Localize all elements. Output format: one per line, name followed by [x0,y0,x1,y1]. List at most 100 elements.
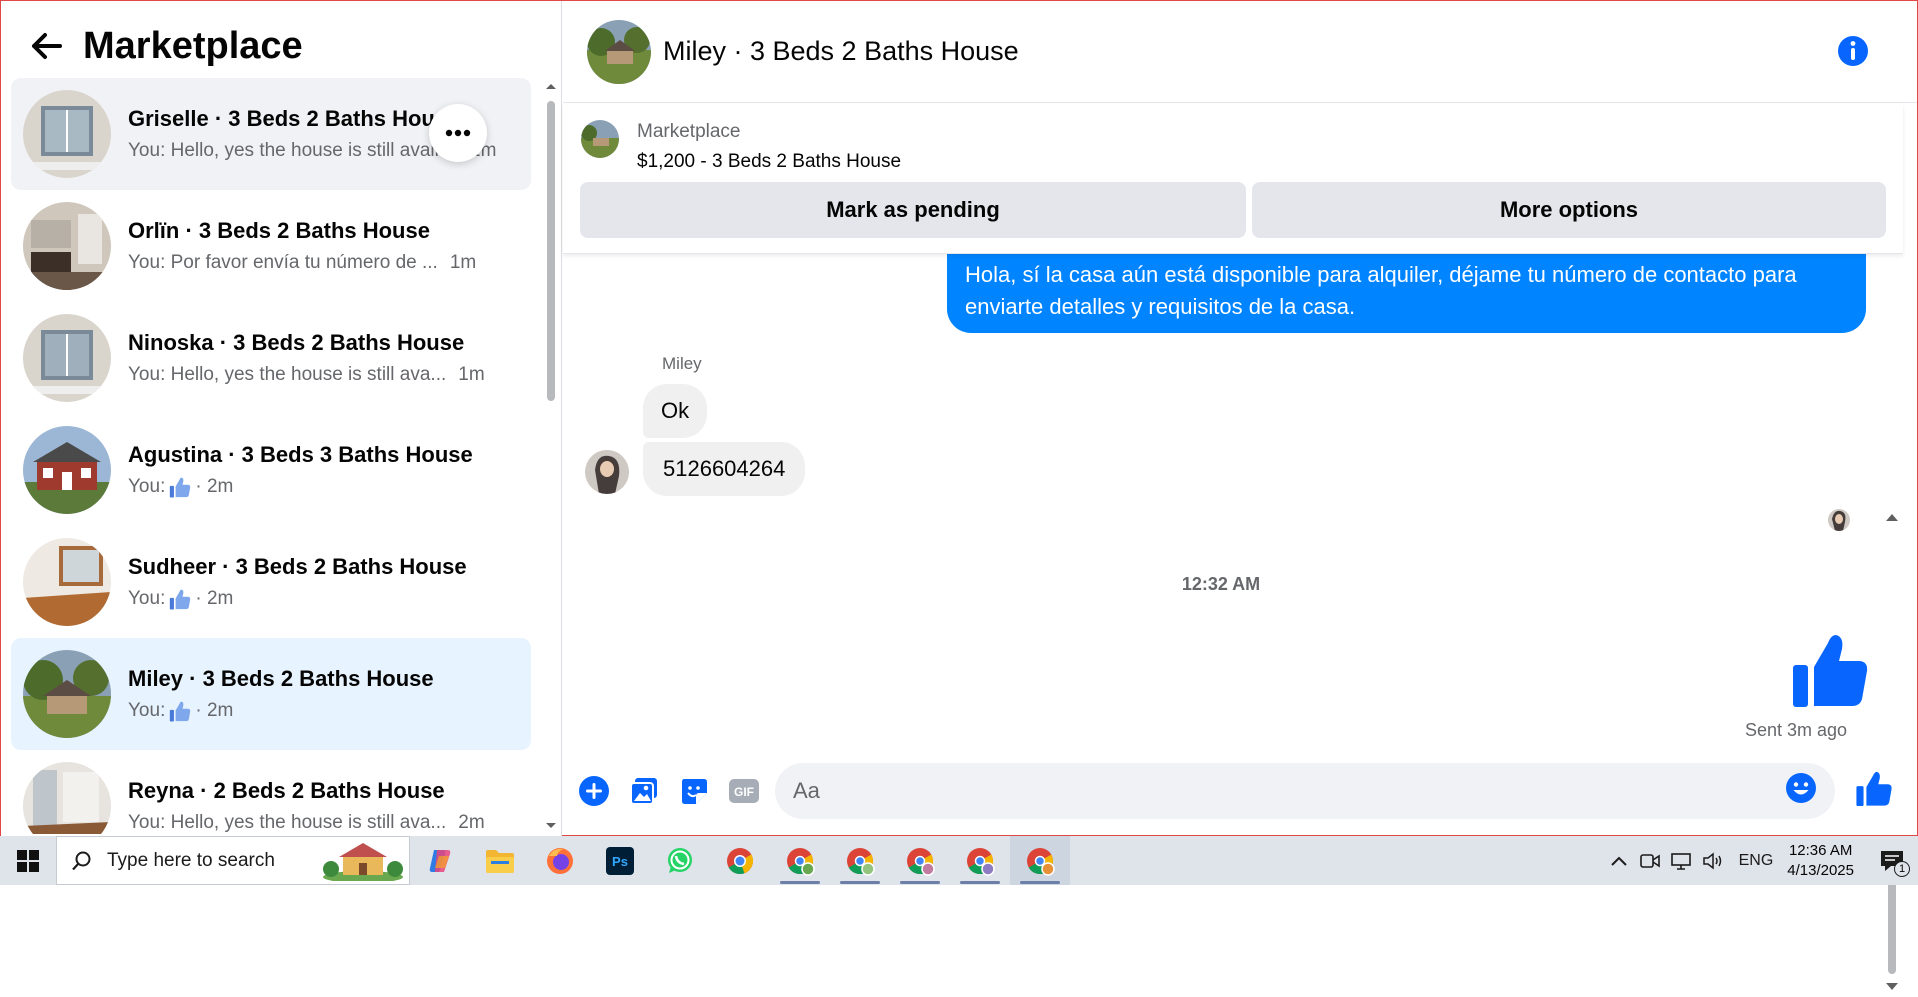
conversation-item[interactable]: Orlïn · 3 Beds 2 Baths House You: Por fav… [11,190,531,302]
conversation-item[interactable]: Reyna · 2 Beds 2 Baths House You: Hello, … [11,750,531,834]
svg-text:Ps: Ps [612,854,628,869]
conversation-avatar [23,650,111,738]
conversation-time: · 2m [195,700,234,721]
taskbar-chrome-profile-5[interactable] [1010,836,1070,885]
running-indicator [900,881,940,884]
clock-time: 12:36 AM [1788,841,1853,859]
sent-like-sticker[interactable] [1790,629,1870,714]
conversation-title: Orlïn · 3 Beds 2 Baths House [128,218,430,243]
incoming-message[interactable]: Ok [643,384,708,438]
listing-price[interactable]: $1,200 - 3 Beds 2 Baths House [637,151,901,173]
listing-thumbnail[interactable] [581,120,619,158]
scroll-up-icon[interactable] [545,81,557,91]
taskbar-chrome-profile-2[interactable] [830,836,890,885]
conversation-menu-button[interactable] [429,104,487,162]
scrollbar-thumb[interactable] [547,101,555,401]
conversation-time: 1m [449,252,477,273]
copilot-icon [429,849,451,872]
photoshop-icon: Ps [606,846,634,875]
chat-scrollbar[interactable] [1881,507,1903,997]
incoming-message[interactable]: 5126604264 [643,442,806,496]
running-indicator [1020,881,1060,884]
gif-button[interactable]: GIF [719,766,769,816]
conversation-item[interactable]: Ninoska · 3 Beds 2 Baths House You: Hello… [11,302,531,414]
message-composer: GIF [563,753,1917,829]
back-button[interactable] [25,24,69,68]
taskbar-chrome-profile-4[interactable] [950,836,1010,885]
conversation-preview-row: You: Por favor envía tu número de ... 1m [128,252,508,274]
taskbar-clock[interactable]: 12:36 AM 4/13/2025 [1787,841,1854,881]
chevron-up-icon[interactable] [1609,854,1629,868]
conversation-preview-row: You: Hello, yes the house is still ava..… [128,364,508,386]
conversation-avatar [23,426,111,514]
meet-now-icon[interactable] [1639,851,1661,871]
thumbs-up-icon [170,477,191,498]
more-horizontal-icon [445,129,471,137]
start-button[interactable] [0,836,56,885]
plus-circle-icon [579,776,609,806]
scroll-down-icon[interactable] [1881,981,1903,993]
chat-avatar[interactable] [587,19,651,84]
taskbar-chrome-profile-1[interactable] [770,836,830,885]
conversation-preview: You: Hello, yes the house is still ava..… [128,812,447,833]
more-actions-button[interactable] [569,766,619,816]
conversation-preview-row: You: · 2m [128,476,508,498]
taskbar-chrome-profile-3[interactable] [890,836,950,885]
folder-icon [486,849,514,873]
chat-header: Miley · 3 Beds 2 Baths House [563,1,1917,103]
sender-avatar[interactable] [585,450,629,494]
attach-photo-button[interactable] [619,766,669,816]
photo-icon [630,778,657,805]
taskbar-whatsapp[interactable] [650,836,710,885]
taskbar-file-explorer[interactable] [470,836,530,885]
whatsapp-icon [668,847,692,873]
running-indicator [840,881,880,884]
conversation-preview: You: [128,700,166,721]
search-highlight-icon[interactable] [321,841,405,881]
scroll-up-icon[interactable] [1881,511,1903,523]
taskbar-search[interactable]: Type here to search [56,836,410,885]
sticker-icon [682,779,707,804]
chrome-profile-icon [907,847,935,876]
chrome-profile-icon [847,847,875,876]
conversation-item[interactable]: Agustina · 3 Beds 3 Baths House You: · 2m [11,414,531,526]
info-button[interactable] [1837,35,1869,72]
taskbar-copilot[interactable] [410,836,470,885]
thumbs-up-icon [1793,635,1868,707]
send-like-button[interactable] [1855,769,1893,812]
taskbar-chrome[interactable] [710,836,770,885]
chrome-profile-icon [787,847,815,876]
taskbar-photoshop[interactable]: Ps [590,836,650,885]
thumbs-up-icon [170,701,191,722]
chat-title[interactable]: Miley · 3 Beds 2 Baths House [663,36,1019,67]
conversation-item[interactable]: Sudheer · 3 Beds 2 Baths House You: · 2m [11,526,531,638]
listing-card: Marketplace $1,200 - 3 Beds 2 Baths Hous… [563,104,1903,254]
conversation-time: · 2m [195,476,234,497]
conversation-item[interactable]: Griselle · 3 Beds 2 Baths House You: Hell… [11,78,531,190]
language-indicator[interactable]: ENG [1739,852,1774,870]
windows-logo-icon [17,849,39,872]
chat-panel: Miley · 3 Beds 2 Baths House Marketplace… [563,1,1917,990]
mark-as-pending-button[interactable]: Mark as pending [580,182,1246,238]
conversation-preview: You: Por favor envía tu número de ... [128,252,438,273]
sidebar-scrollbar[interactable] [545,81,557,831]
emoji-button[interactable] [1785,772,1817,809]
page-title: Marketplace [83,24,303,67]
conversation-time: · 2m [195,588,234,609]
network-icon[interactable] [1669,851,1693,871]
taskbar-firefox[interactable] [530,836,590,885]
message-input[interactable] [775,763,1835,819]
more-options-button[interactable]: More options [1252,182,1886,238]
windows-taskbar: Type here to search Ps ENG 12:36 AM 4/13… [0,836,1918,885]
notification-center-button[interactable]: 1 [1872,841,1912,881]
outgoing-message[interactable]: Hola, sí la casa aún está disponible par… [947,254,1866,333]
running-indicator [780,881,820,884]
conversation-item[interactable]: Miley · 3 Beds 2 Baths House You: · 2m [11,638,531,750]
conversation-avatar [23,314,111,402]
conversation-preview: You: Hello, yes the house is still ava..… [128,364,447,385]
sticker-button[interactable] [669,766,719,816]
scroll-down-icon[interactable] [545,821,557,831]
conversation-preview-row: You: Hello, yes the house is still ava..… [128,812,508,834]
volume-icon[interactable] [1701,851,1725,871]
running-indicator [960,881,1000,884]
